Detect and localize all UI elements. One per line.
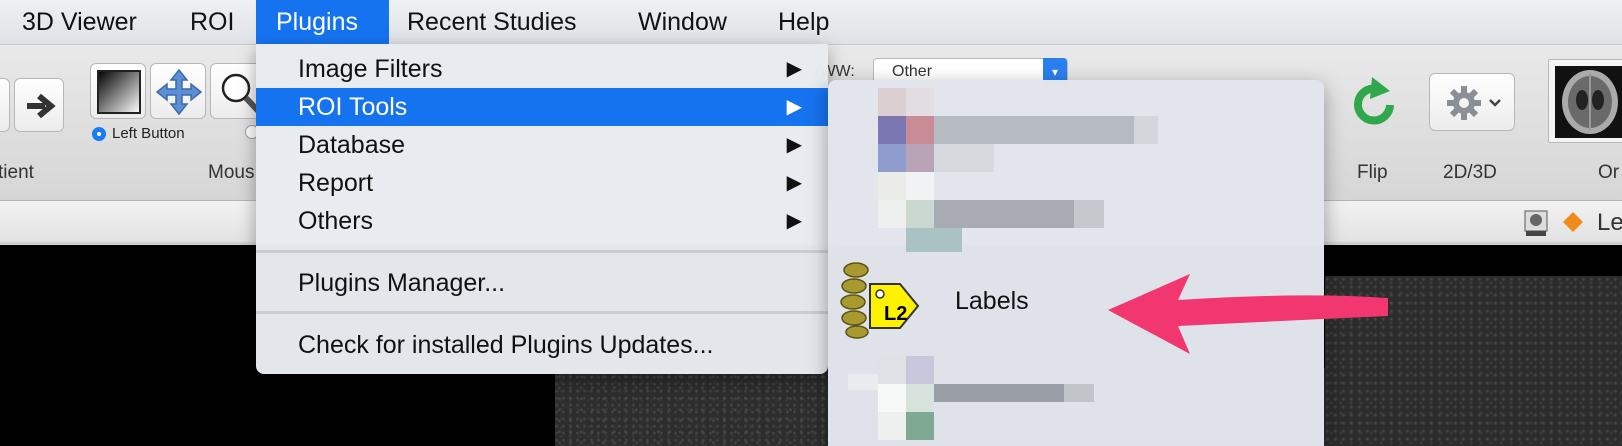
menu-item-check-updates[interactable]: Check for installed Plugins Updates... bbox=[256, 326, 828, 364]
menu-roi[interactable]: ROI bbox=[172, 0, 252, 44]
menu-item-report[interactable]: Report ▶ bbox=[256, 164, 828, 202]
render-mode-label: 2D/3D bbox=[1443, 162, 1497, 183]
orientation-thumbnail[interactable] bbox=[1548, 59, 1622, 143]
menu-item-label: Database bbox=[298, 131, 406, 159]
chevron-down-icon bbox=[1489, 99, 1501, 107]
submenu-arrow-icon: ▶ bbox=[786, 58, 802, 80]
right-arrow-icon bbox=[27, 93, 56, 119]
svg-text:L2: L2 bbox=[884, 303, 907, 325]
dicom-icon bbox=[1524, 210, 1548, 236]
menu-item-database[interactable]: Database ▶ bbox=[256, 126, 828, 164]
submenu-arrow-icon: ▶ bbox=[786, 96, 802, 118]
flip-label: Flip bbox=[1357, 162, 1388, 183]
left-button-label: Left Button bbox=[112, 125, 185, 142]
menu-separator bbox=[256, 311, 828, 314]
menu-separator bbox=[256, 250, 828, 253]
window-level-tool-button[interactable] bbox=[90, 63, 146, 119]
menu-item-others[interactable]: Others ▶ bbox=[256, 202, 828, 240]
gear-icon bbox=[1447, 86, 1501, 120]
patient-group-label: tient bbox=[0, 162, 34, 183]
menu-plugins[interactable]: Plugins bbox=[256, 0, 389, 44]
annotation-arrow-icon bbox=[1108, 274, 1388, 354]
move-arrows-icon bbox=[155, 68, 203, 116]
menu-item-label: Plugins Manager... bbox=[298, 269, 506, 297]
submenu-arrow-icon: ▶ bbox=[786, 210, 802, 232]
roi-tools-submenu: L2 Labels bbox=[828, 80, 1324, 446]
menu-item-label: Check for installed Plugins Updates... bbox=[298, 331, 714, 359]
brain-axial-icon bbox=[1555, 66, 1622, 138]
submenu-arrow-icon: ▶ bbox=[786, 134, 802, 156]
status-partial-label: Le bbox=[1597, 209, 1622, 236]
move-tool-button[interactable] bbox=[150, 63, 206, 119]
menu-item-label: ROI Tools bbox=[298, 93, 408, 121]
menu-recent-studies[interactable]: Recent Studies bbox=[389, 0, 595, 44]
mouse-group-label: Mous bbox=[208, 162, 255, 183]
vertebra-label-icon: L2 bbox=[840, 262, 920, 339]
left-button-radio[interactable]: Left Button bbox=[92, 125, 185, 142]
submenu-arrow-icon: ▶ bbox=[786, 172, 802, 194]
menu-item-plugins-manager[interactable]: Plugins Manager... bbox=[256, 264, 828, 302]
partial-toolbar-button[interactable] bbox=[0, 78, 10, 132]
orientation-label: Or bbox=[1598, 162, 1620, 183]
menu-3d-viewer[interactable]: 3D Viewer bbox=[4, 0, 155, 44]
rotate-arrow-icon bbox=[1354, 77, 1394, 125]
render-mode-button[interactable] bbox=[1429, 73, 1515, 131]
menu-item-roi-tools[interactable]: ROI Tools ▶ bbox=[256, 88, 828, 126]
radio-selected[interactable] bbox=[92, 126, 106, 141]
plugins-menu: Image Filters ▶ ROI Tools ▶ Database ▶ R… bbox=[256, 44, 828, 374]
menu-item-label: Image Filters bbox=[298, 55, 443, 83]
menu-help[interactable]: Help bbox=[760, 0, 847, 44]
window-level-icon bbox=[97, 70, 141, 114]
next-arrow-button[interactable] bbox=[14, 78, 64, 132]
menu-item-label: Report bbox=[298, 169, 374, 197]
diamond-icon[interactable] bbox=[1561, 210, 1585, 234]
labels-item-text: Labels bbox=[955, 287, 1029, 315]
ww-preset-value: Other bbox=[892, 63, 933, 80]
flip-button[interactable] bbox=[1340, 73, 1410, 133]
menu-bar: 3D Viewer ROI Plugins Recent Studies Win… bbox=[0, 0, 1622, 45]
menu-item-image-filters[interactable]: Image Filters ▶ bbox=[256, 50, 828, 88]
menu-window[interactable]: Window bbox=[620, 0, 745, 44]
menu-item-label: Others bbox=[298, 207, 374, 235]
